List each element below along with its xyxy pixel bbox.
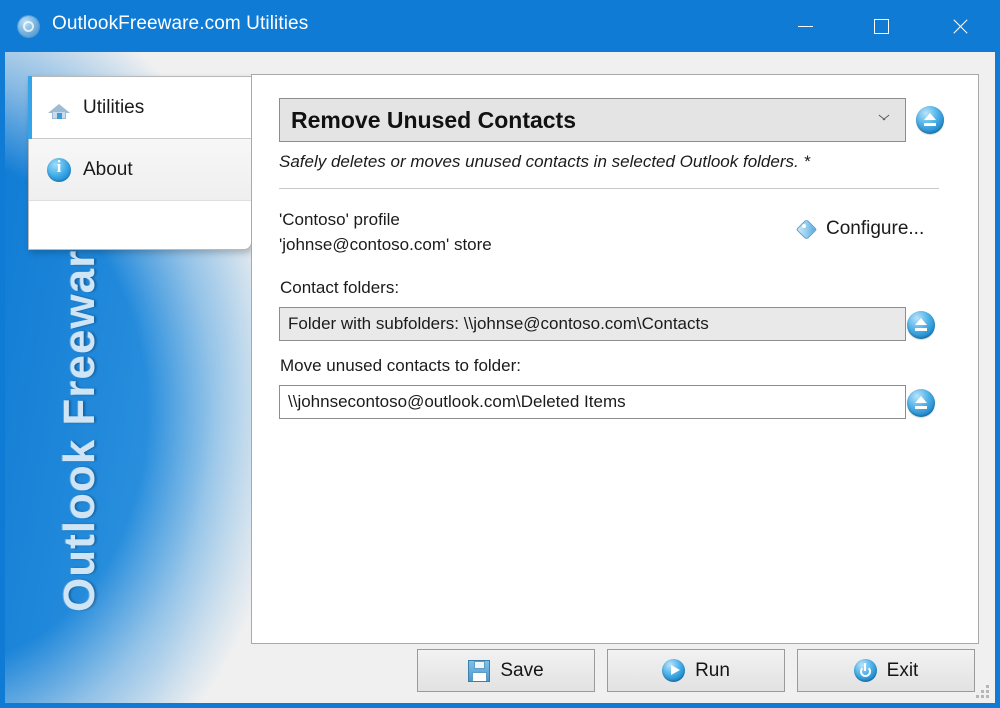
maximize-icon <box>873 18 889 34</box>
home-icon <box>47 96 71 120</box>
window-title: OutlookFreeware.com Utilities <box>52 13 309 34</box>
run-button[interactable]: Run <box>607 649 785 692</box>
sidebar-item-utilities[interactable]: Utilities <box>28 76 251 139</box>
contact-folders-input[interactable]: Folder with subfolders: \\johnse@contoso… <box>279 307 906 341</box>
title-bar: OutlookFreeware.com Utilities <box>0 0 1000 52</box>
move-target-browse-button[interactable] <box>907 389 935 417</box>
footer-button-bar: Save Run Exit <box>5 649 995 703</box>
save-button-label: Save <box>500 659 544 681</box>
profile-name: 'Contoso' profile <box>279 210 400 229</box>
contact-folders-label: Contact folders: <box>280 278 400 297</box>
store-name: 'johnse@contoso.com' store <box>279 235 492 254</box>
client-area: Outlook Freeware .com Utilities About Re… <box>5 52 995 703</box>
exit-button[interactable]: Exit <box>797 649 975 692</box>
save-button[interactable]: Save <box>417 649 595 692</box>
utility-description: Safely deletes or moves unused contacts … <box>279 152 811 171</box>
configure-label: Configure... <box>826 218 925 239</box>
utility-select[interactable]: Remove Unused Contacts <box>279 98 906 142</box>
move-target-label: Move unused contacts to folder: <box>280 356 521 375</box>
sidebar-item-label: About <box>83 158 133 180</box>
tag-icon <box>797 219 819 239</box>
main-panel: Remove Unused Contacts Safely deletes or… <box>251 74 979 644</box>
application-window: OutlookFreeware.com Utilities Outlook Fr… <box>0 0 1000 708</box>
power-icon <box>853 659 877 682</box>
close-icon <box>951 18 968 35</box>
close-button[interactable] <box>936 6 982 46</box>
play-icon <box>662 659 686 682</box>
utility-browse-button[interactable] <box>916 106 944 134</box>
utility-select-value: Remove Unused Contacts <box>291 106 577 133</box>
run-button-label: Run <box>695 659 730 681</box>
resize-grip[interactable] <box>975 684 989 698</box>
contact-folders-browse-button[interactable] <box>907 311 935 339</box>
minimize-button[interactable] <box>782 6 828 46</box>
sidebar-tabstrip: Utilities About <box>28 76 252 250</box>
sidebar-item-about[interactable]: About <box>29 139 251 201</box>
minimize-icon <box>797 25 813 27</box>
sidebar-item-label: Utilities <box>83 96 145 118</box>
chevron-down-icon <box>878 116 889 127</box>
maximize-button[interactable] <box>858 6 904 46</box>
section-divider <box>279 188 939 189</box>
info-icon <box>47 157 71 182</box>
exit-button-label: Exit <box>886 659 919 681</box>
move-target-input[interactable]: \\johnsecontoso@outlook.com\Deleted Item… <box>279 385 906 419</box>
app-logo-icon <box>18 16 39 37</box>
configure-link[interactable]: Configure... <box>797 218 924 240</box>
floppy-disk-icon <box>468 659 491 682</box>
